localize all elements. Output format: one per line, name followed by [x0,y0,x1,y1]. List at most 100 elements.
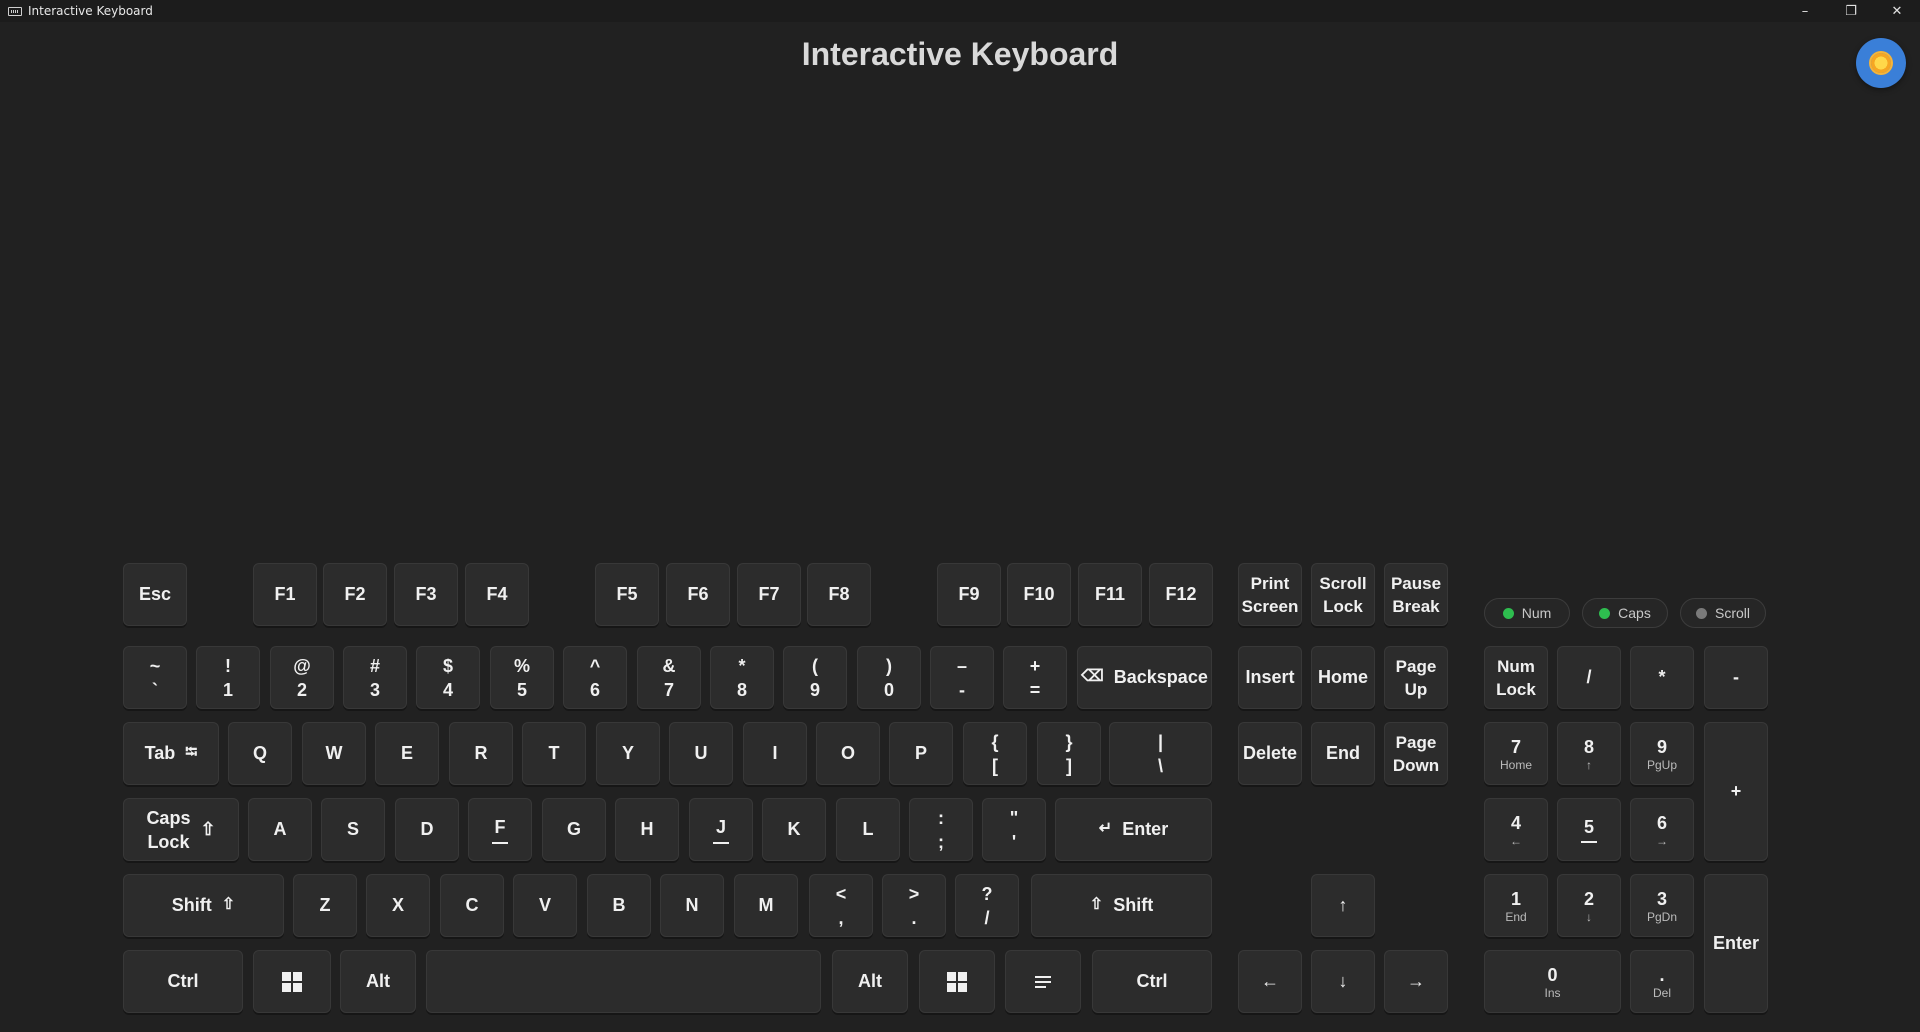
key-arrow-right[interactable]: → [1384,950,1448,1013]
key-shift-right[interactable]: ⇧ Shift [1031,874,1212,937]
key-numpad-9[interactable]: 9 PgUp [1630,722,1694,785]
key-f2[interactable]: F2 [323,563,387,626]
key-w[interactable]: W [302,722,366,785]
key-print-screen[interactable]: Print Screen [1238,563,1302,626]
key-semicolon[interactable]: : ; [909,798,973,861]
key-quote[interactable]: " ' [982,798,1046,861]
key-c[interactable]: C [440,874,504,937]
key-number-5[interactable]: % 5 [490,646,554,709]
key-number-9[interactable]: ( 9 [783,646,847,709]
theme-toggle-button[interactable] [1856,38,1906,88]
key-m[interactable]: M [734,874,798,937]
key-space[interactable] [426,950,821,1013]
key-caps-lock[interactable]: Caps Lock ⇧ [123,798,239,861]
key-numpad-add[interactable]: + [1704,722,1768,861]
key-arrow-left[interactable]: ← [1238,950,1302,1013]
key-g[interactable]: G [542,798,606,861]
key-number-10[interactable]: ) 0 [857,646,921,709]
key-numpad-5[interactable]: 5 [1557,798,1621,861]
key-f11[interactable]: F11 [1078,563,1142,626]
key-z[interactable]: Z [293,874,357,937]
key-numpad-7[interactable]: 7 Home [1484,722,1548,785]
key-b[interactable]: B [587,874,651,937]
key-numpad-3[interactable]: 3 PgDn [1630,874,1694,937]
key-windows-right[interactable] [919,950,995,1013]
key-numpad-subtract[interactable]: - [1704,646,1768,709]
key-arrow-up[interactable]: ↑ [1311,874,1375,937]
key-numpad-divide[interactable]: / [1557,646,1621,709]
key-slash[interactable]: ? / [955,874,1019,937]
key-f3[interactable]: F3 [394,563,458,626]
key-ctrl-right[interactable]: Ctrl [1092,950,1212,1013]
key-f1[interactable]: F1 [253,563,317,626]
key-period[interactable]: > . [882,874,946,937]
key-numpad-multiply[interactable]: * [1630,646,1694,709]
key-e[interactable]: E [375,722,439,785]
key-o[interactable]: O [816,722,880,785]
key-page-up[interactable]: Page Up [1384,646,1448,709]
key-i[interactable]: I [743,722,807,785]
key-shift-left[interactable]: Shift ⇧ [123,874,284,937]
key-h[interactable]: H [615,798,679,861]
key-f[interactable]: F [468,798,532,861]
key-esc[interactable]: Esc [123,563,187,626]
key-f4[interactable]: F4 [465,563,529,626]
key-delete[interactable]: Delete [1238,722,1302,785]
key-tab[interactable]: Tab ⭾ [123,722,219,785]
close-button[interactable]: ✕ [1874,0,1920,22]
key-u[interactable]: U [669,722,733,785]
key-number-1[interactable]: ! 1 [196,646,260,709]
key-numpad-enter[interactable]: Enter [1704,874,1768,1013]
key-menu[interactable] [1005,950,1081,1013]
key-y[interactable]: Y [596,722,660,785]
key-f10[interactable]: F10 [1007,563,1071,626]
key-alt-left[interactable]: Alt [340,950,416,1013]
key-numpad-1[interactable]: 1 End [1484,874,1548,937]
key-scroll-lock[interactable]: Scroll Lock [1311,563,1375,626]
key-windows-left[interactable] [253,950,331,1013]
key-f9[interactable]: F9 [937,563,1001,626]
key-ctrl-left[interactable]: Ctrl [123,950,243,1013]
key-number-8[interactable]: * 8 [710,646,774,709]
key-t[interactable]: T [522,722,586,785]
key-home[interactable]: Home [1311,646,1375,709]
key-number-7[interactable]: & 7 [637,646,701,709]
maximize-button[interactable]: ❐ [1828,0,1874,22]
key-numpad-decimal[interactable]: . Del [1630,950,1694,1013]
key-f5[interactable]: F5 [595,563,659,626]
key-x[interactable]: X [366,874,430,937]
key-backspace[interactable]: ⌫ Backspace [1077,646,1212,709]
key-numpad-6[interactable]: 6 → [1630,798,1694,861]
key-p[interactable]: P [889,722,953,785]
key-a[interactable]: A [248,798,312,861]
key-n[interactable]: N [660,874,724,937]
key-number-6[interactable]: ^ 6 [563,646,627,709]
key-s[interactable]: S [321,798,385,861]
key-l[interactable]: L [836,798,900,861]
key-j[interactable]: J [689,798,753,861]
key-number-0[interactable]: ~ ` [123,646,187,709]
key-enter[interactable]: ↵ Enter [1055,798,1212,861]
key-numpad-2[interactable]: 2 ↓ [1557,874,1621,937]
minimize-button[interactable]: – [1782,0,1828,22]
key-number-11[interactable]: – - [930,646,994,709]
key-number-12[interactable]: + = [1003,646,1067,709]
key-bracket-left[interactable]: { [ [963,722,1027,785]
key-insert[interactable]: Insert [1238,646,1302,709]
key-f8[interactable]: F8 [807,563,871,626]
key-arrow-down[interactable]: ↓ [1311,950,1375,1013]
key-numpad-4[interactable]: 4 ← [1484,798,1548,861]
key-f6[interactable]: F6 [666,563,730,626]
key-pause-break[interactable]: Pause Break [1384,563,1448,626]
key-end[interactable]: End [1311,722,1375,785]
key-q[interactable]: Q [228,722,292,785]
key-page-down[interactable]: Page Down [1384,722,1448,785]
key-f7[interactable]: F7 [737,563,801,626]
key-v[interactable]: V [513,874,577,937]
key-bracket-right[interactable]: } ] [1037,722,1101,785]
key-numpad-8[interactable]: 8 ↑ [1557,722,1621,785]
key-r[interactable]: R [449,722,513,785]
key-numpad-0[interactable]: 0 Ins [1484,950,1621,1013]
key-k[interactable]: K [762,798,826,861]
key-number-4[interactable]: $ 4 [416,646,480,709]
